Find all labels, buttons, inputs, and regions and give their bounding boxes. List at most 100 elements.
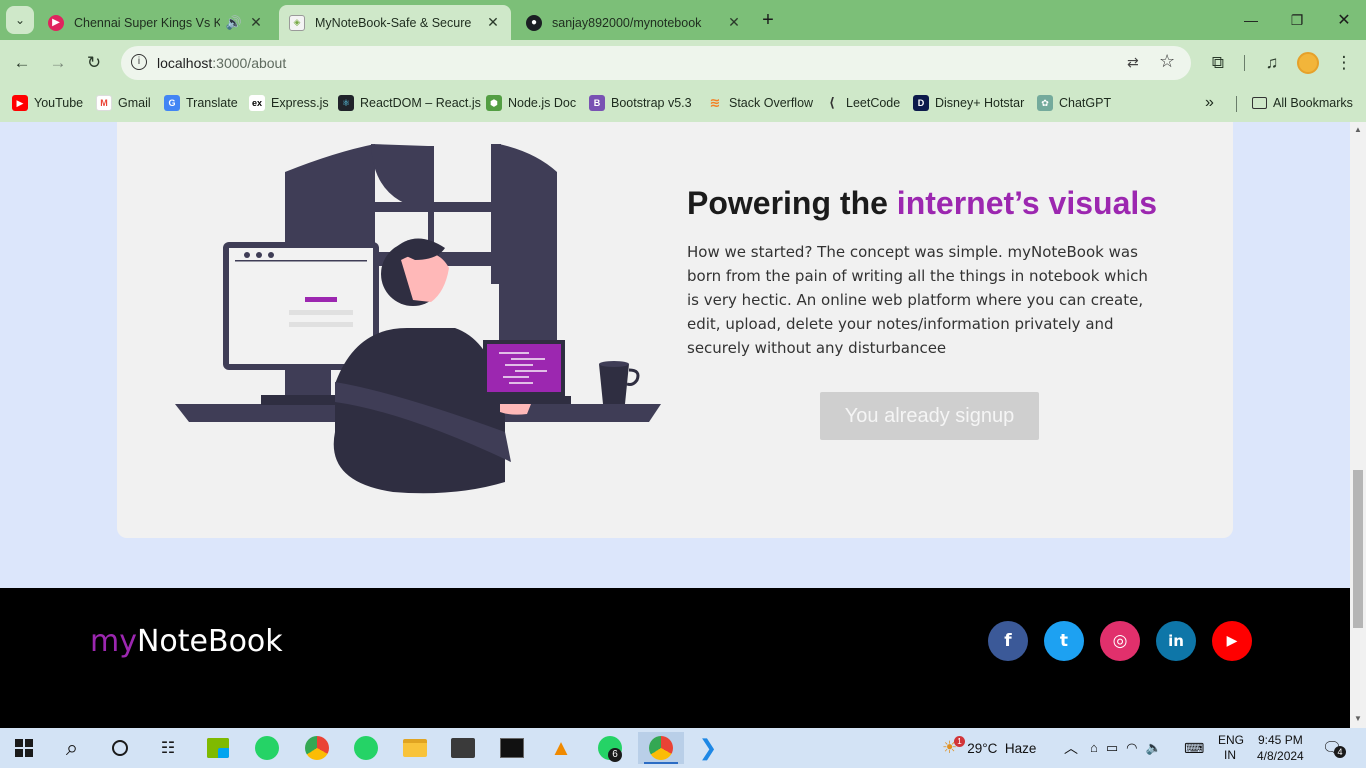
search-icon[interactable]: ⌕ xyxy=(52,732,92,764)
bookmark-label: Gmail xyxy=(118,96,151,110)
forward-button[interactable]: → xyxy=(44,49,72,77)
site-info-icon[interactable]: i xyxy=(131,54,147,70)
notification-center-icon[interactable]: 🗨 4 xyxy=(1322,728,1346,768)
page-scrollbar[interactable]: ▲ ▼ xyxy=(1350,122,1366,728)
footer: myNoteBook f t ◎ in ▶ xyxy=(0,588,1350,728)
minimize-button[interactable]: — xyxy=(1237,8,1265,32)
weather-widget[interactable]: ☀ 1 29°C Haze xyxy=(942,728,1036,768)
youtube-icon[interactable]: ▶ xyxy=(1212,621,1252,661)
instagram-icon[interactable]: ◎ xyxy=(1100,621,1140,661)
tab-cricket[interactable]: ▶ Chennai Super Kings Vs Kolkata Knight … xyxy=(38,5,274,40)
bookmark-label: Stack Overflow xyxy=(729,96,814,110)
tab-github[interactable]: ● sanjay892000/mynotebook ✕ xyxy=(516,5,752,40)
bookmarks-bar: ▶ YouTube M Gmail G Translate ex Express.js … xyxy=(0,86,1366,122)
vlc-icon[interactable]: ▲ xyxy=(541,732,581,764)
stackoverflow-icon: ≋ xyxy=(709,95,721,110)
store-icon[interactable] xyxy=(198,732,238,764)
start-icon[interactable] xyxy=(4,732,44,764)
bookmark-label: YouTube xyxy=(34,96,84,110)
bookmark-translate[interactable]: G Translate xyxy=(164,93,238,113)
bookmark-gmail[interactable]: M Gmail xyxy=(96,93,151,113)
new-tab-button[interactable]: + xyxy=(754,8,782,32)
terminal-icon[interactable] xyxy=(492,732,532,764)
shield-icon: ◈ xyxy=(289,14,305,31)
close-tab-icon[interactable]: ✕ xyxy=(726,14,742,31)
address-bar[interactable]: i localhost:3000/about ⇄ ☆ xyxy=(121,46,1191,80)
mysql-workbench-icon[interactable] xyxy=(443,732,483,764)
bookmark-label: Node.js Doc xyxy=(508,96,577,110)
close-window-button[interactable]: ✕ xyxy=(1330,8,1358,32)
bookmark-reactdom[interactable]: ⚛ ReactDOM – React.js xyxy=(338,93,481,113)
bookmark-youtube[interactable]: ▶ YouTube xyxy=(12,93,83,113)
folder-icon xyxy=(1252,97,1267,109)
react-icon: ⚛ xyxy=(338,95,354,111)
bookmark-label: Disney+ Hotstar xyxy=(935,96,1025,110)
translate-icon[interactable]: ⇄ xyxy=(1127,54,1139,71)
avatar[interactable] xyxy=(1294,49,1322,77)
express-icon: ex xyxy=(249,95,265,111)
reload-button[interactable]: ↻ xyxy=(80,49,108,77)
vscode-icon[interactable]: ❯ xyxy=(688,732,728,764)
task-view-icon[interactable]: ☷ xyxy=(148,732,188,764)
scrollbar-thumb[interactable] xyxy=(1353,470,1363,628)
show-hidden-icons[interactable]: ︿ xyxy=(1064,728,1078,768)
scroll-up-icon[interactable]: ▲ xyxy=(1353,125,1363,134)
notification-count: 4 xyxy=(1334,746,1346,758)
already-signup-button[interactable]: You already signup xyxy=(820,392,1039,440)
bookmark-node[interactable]: ⬢ Node.js Doc xyxy=(486,93,576,113)
facebook-icon[interactable]: f xyxy=(988,621,1028,661)
bookmark-stackoverflow[interactable]: ≋ Stack Overflow xyxy=(707,93,814,113)
bookmark-chatgpt[interactable]: ✿ ChatGPT xyxy=(1037,93,1111,113)
tab-title: Chennai Super Kings Vs Kolkata Knight Ri… xyxy=(74,15,220,30)
chrome-active-icon[interactable] xyxy=(638,732,684,764)
developer-illustration xyxy=(175,144,661,494)
bookmark-express[interactable]: ex Express.js xyxy=(249,93,329,113)
twitter-icon[interactable]: t xyxy=(1044,621,1084,661)
file-explorer-icon[interactable] xyxy=(395,732,435,764)
bookmark-leetcode[interactable]: ⟨ LeetCode xyxy=(824,93,900,113)
scroll-down-icon[interactable]: ▼ xyxy=(1353,714,1363,723)
clock[interactable]: 9:45 PM 4/8/2024 xyxy=(1257,728,1304,768)
node-icon: ⬢ xyxy=(486,95,502,111)
chrome-icon[interactable] xyxy=(297,732,337,764)
bookmark-star-icon[interactable]: ☆ xyxy=(1159,51,1175,72)
youtube-icon: ▶ xyxy=(12,95,28,111)
menu-icon[interactable]: ⋮ xyxy=(1330,49,1358,77)
more-bookmarks-icon[interactable]: » xyxy=(1205,93,1214,113)
bookmark-bootstrap[interactable]: B Bootstrap v5.3 xyxy=(589,93,692,113)
linkedin-icon[interactable]: in xyxy=(1156,621,1196,661)
bookmark-label: Translate xyxy=(186,96,238,110)
whatsapp-business-icon[interactable]: 6 xyxy=(590,732,630,764)
tab-search-button[interactable]: ⌄ xyxy=(6,6,34,34)
close-tab-icon[interactable]: ✕ xyxy=(248,14,264,31)
lang-bottom: IN xyxy=(1224,748,1236,762)
footer-brand[interactable]: myNoteBook xyxy=(90,624,283,659)
tab-title: sanjay892000/mynotebook xyxy=(552,15,702,30)
toolbar-divider xyxy=(1244,55,1245,71)
speaker-icon[interactable]: 🔊 xyxy=(226,15,242,31)
restore-button[interactable]: ❐ xyxy=(1283,8,1311,32)
all-bookmarks-button[interactable]: All Bookmarks xyxy=(1252,93,1353,113)
github-icon: ● xyxy=(526,14,542,31)
keyboard-icon[interactable]: ⌨ xyxy=(1184,728,1204,768)
extensions-icon[interactable]: ⧉ xyxy=(1204,49,1232,77)
hotstar-icon: D xyxy=(913,95,929,111)
bookmarks-divider xyxy=(1236,96,1237,112)
bookmark-label: ReactDOM – React.js xyxy=(360,96,481,110)
whatsapp-icon[interactable] xyxy=(247,732,287,764)
cortana-icon[interactable] xyxy=(100,732,140,764)
back-button[interactable]: ← xyxy=(8,49,36,77)
translate-icon: G xyxy=(164,95,180,111)
tab-mynotebook[interactable]: ◈ MyNoteBook-Safe & Secure ✕ xyxy=(279,5,511,40)
media-control-icon[interactable]: ♫ xyxy=(1258,49,1286,77)
url-text[interactable]: localhost:3000/about xyxy=(157,55,286,71)
bookmark-hotstar[interactable]: D Disney+ Hotstar xyxy=(913,93,1024,113)
heading-accent: internet’s visuals xyxy=(896,185,1158,221)
close-tab-icon[interactable]: ✕ xyxy=(485,14,501,31)
language-indicator[interactable]: ENG IN xyxy=(1218,728,1244,768)
page-viewport: Powering the internet’s visuals How we s… xyxy=(0,122,1350,728)
tab-strip: ⌄ ▶ Chennai Super Kings Vs Kolkata Knigh… xyxy=(0,0,1366,40)
about-description: How we started? The concept was simple. … xyxy=(687,243,1148,357)
whatsapp-icon[interactable] xyxy=(346,732,386,764)
network-icons[interactable]: ⌂▭◠🔈 xyxy=(1090,728,1170,768)
